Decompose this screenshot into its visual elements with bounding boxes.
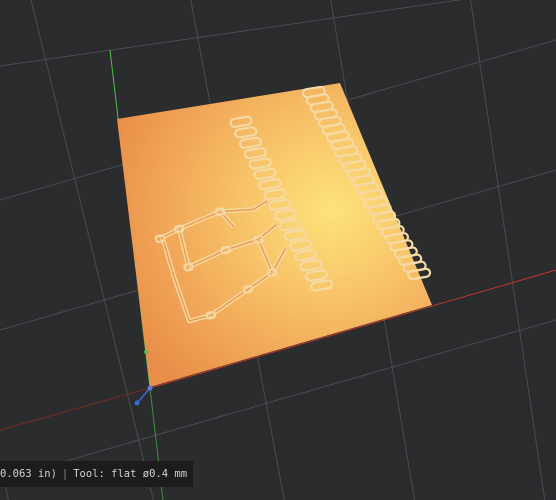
stock-thickness-text: 0.063 in) — [0, 468, 57, 480]
status-separator: | — [61, 468, 69, 480]
tool-info-text: Tool: flat ø0.4 mm — [73, 468, 188, 480]
grid-line — [470, 0, 546, 500]
status-bar: 0.063 in) | Tool: flat ø0.4 mm — [0, 461, 194, 487]
scene-canvas[interactable] — [0, 0, 556, 500]
z-axis-handle[interactable] — [134, 400, 140, 406]
x-axis-negative-line — [0, 387, 151, 431]
origin-marker — [147, 385, 153, 391]
y-axis-handle[interactable] — [144, 350, 148, 354]
grid-line — [0, 0, 463, 67]
grid-line — [0, 461, 9, 500]
3d-viewport[interactable]: 0.063 in) | Tool: flat ø0.4 mm — [0, 0, 556, 500]
